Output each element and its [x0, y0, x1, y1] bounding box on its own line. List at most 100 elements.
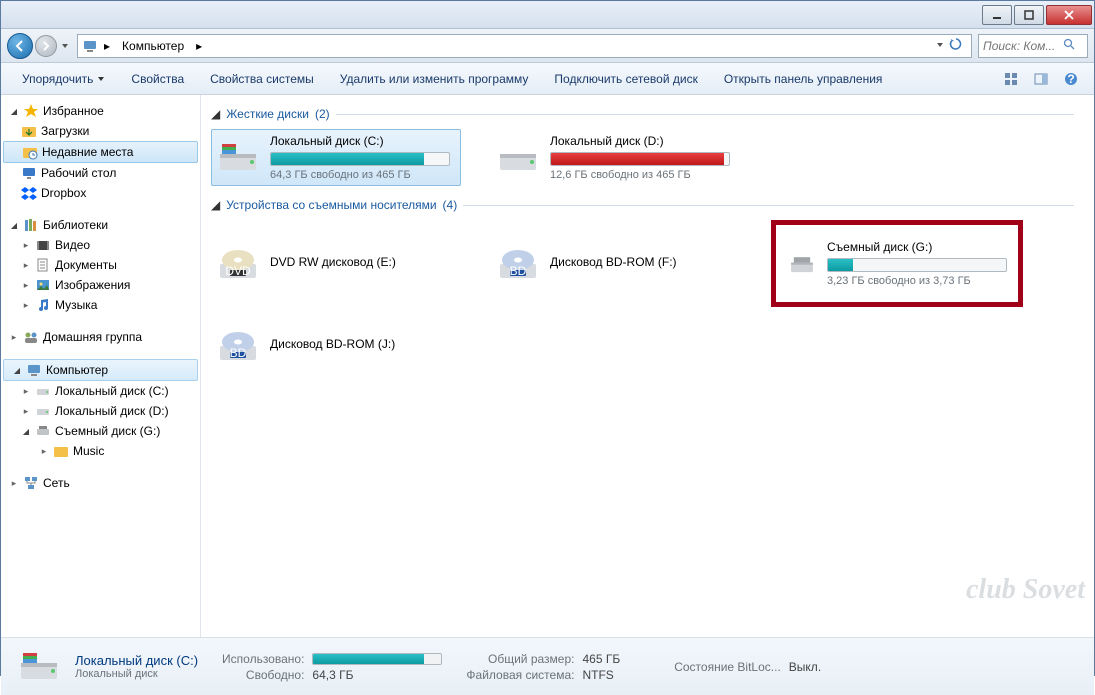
- removable-drive-icon: [35, 423, 51, 439]
- details-bitlocker-value: Выкл.: [789, 660, 821, 674]
- drive-usage-bar: [827, 258, 1007, 272]
- computer-icon: [82, 38, 98, 54]
- uninstall-program-button[interactable]: Удалить или изменить программу: [329, 67, 540, 91]
- view-options-icon[interactable]: [999, 67, 1023, 91]
- star-icon: [23, 103, 39, 119]
- drive-free-text: 12,6 ГБ свободно из 465 ГБ: [550, 169, 736, 181]
- bd-drive-icon: BD: [496, 242, 540, 286]
- drive-bd-f[interactable]: BD Дисковод BD-ROM (F:): [491, 220, 741, 307]
- highlighted-region: Съемный диск (G:) 3,23 ГБ свободно из 3,…: [771, 220, 1023, 307]
- nav-history-dropdown[interactable]: [59, 36, 71, 56]
- drive-label: Дисковод BD-ROM (F:): [550, 255, 736, 269]
- drive-label: Дисковод BD-ROM (J:): [270, 337, 456, 351]
- tree-libraries[interactable]: Библиотеки: [1, 215, 200, 235]
- recent-icon: [22, 144, 38, 160]
- maximize-button[interactable]: [1014, 5, 1044, 25]
- svg-text:BD: BD: [510, 264, 527, 278]
- back-button[interactable]: [7, 33, 33, 59]
- drive-label: Локальный диск (D:): [550, 134, 736, 148]
- properties-button[interactable]: Свойства: [120, 67, 195, 91]
- drive-dvd-e[interactable]: DVD DVD RW дисковод (E:): [211, 220, 461, 307]
- tree-pictures[interactable]: Изображения: [1, 275, 200, 295]
- drive-bd-j[interactable]: BD Дисковод BD-ROM (J:): [211, 319, 461, 373]
- tree-removable-disk-g[interactable]: Съемный диск (G:): [1, 421, 200, 441]
- details-bitlocker-label: Состояние BitLoc...: [674, 660, 781, 674]
- pictures-icon: [35, 277, 51, 293]
- details-fs-value: NTFS: [582, 668, 620, 682]
- tree-downloads[interactable]: Загрузки: [1, 121, 200, 141]
- drive-free-text: 3,23 ГБ свободно из 3,73 ГБ: [827, 275, 1007, 287]
- details-total-label: Общий размер:: [466, 652, 574, 666]
- content-area: ◢ Жесткие диски (2) Локальный диск (C:) …: [201, 95, 1094, 637]
- drive-label: Съемный диск (G:): [827, 240, 1007, 254]
- drive-icon: [35, 383, 51, 399]
- tree-network[interactable]: Сеть: [1, 473, 200, 493]
- svg-text:DVD: DVD: [225, 264, 251, 278]
- dropbox-icon: [21, 185, 37, 201]
- svg-text:?: ?: [1067, 72, 1074, 86]
- bd-drive-icon: BD: [216, 324, 260, 368]
- removable-drive-icon: [787, 242, 817, 286]
- tree-documents[interactable]: Документы: [1, 255, 200, 275]
- system-properties-button[interactable]: Свойства системы: [199, 67, 325, 91]
- group-hard-drives[interactable]: ◢ Жесткие диски (2): [211, 107, 1094, 121]
- hard-drive-icon: [496, 136, 540, 180]
- address-bar[interactable]: ▸ Компьютер ▸: [77, 34, 972, 58]
- drive-usage-bar: [550, 152, 730, 166]
- drive-removable-g[interactable]: Съемный диск (G:) 3,23 ГБ свободно из 3,…: [782, 235, 1012, 292]
- help-icon[interactable]: ?: [1059, 67, 1083, 91]
- breadcrumb-arrow-icon[interactable]: ▸: [190, 37, 208, 55]
- open-control-panel-button[interactable]: Открыть панель управления: [713, 67, 894, 91]
- details-total-value: 465 ГБ: [582, 652, 620, 666]
- tree-recent-places[interactable]: Недавние места: [3, 141, 198, 163]
- documents-icon: [35, 257, 51, 273]
- network-icon: [23, 475, 39, 491]
- drive-label: DVD RW дисковод (E:): [270, 255, 456, 269]
- breadcrumb-computer[interactable]: Компьютер: [116, 37, 190, 55]
- group-removable-devices[interactable]: ◢ Устройства со съемными носителями (4): [211, 198, 1094, 212]
- refresh-icon[interactable]: [949, 37, 963, 54]
- tree-favorites[interactable]: Избранное: [1, 101, 200, 121]
- tree-music-folder[interactable]: Music: [1, 441, 200, 461]
- details-free-label: Свободно:: [222, 668, 304, 682]
- drive-label: Локальный диск (C:): [270, 134, 456, 148]
- video-icon: [35, 237, 51, 253]
- close-button[interactable]: [1046, 5, 1092, 25]
- details-title: Локальный диск (C:): [75, 653, 198, 668]
- map-network-drive-button[interactable]: Подключить сетевой диск: [543, 67, 708, 91]
- forward-button[interactable]: [35, 35, 57, 57]
- homegroup-icon: [23, 329, 39, 345]
- details-subtitle: Локальный диск: [75, 668, 198, 680]
- tree-music[interactable]: Музыка: [1, 295, 200, 315]
- search-icon[interactable]: [1063, 38, 1075, 53]
- navigation-tree: Избранное Загрузки Недавние места Рабочи…: [1, 95, 201, 637]
- tree-computer[interactable]: Компьютер: [3, 359, 198, 381]
- command-toolbar: Упорядочить Свойства Свойства системы Уд…: [1, 63, 1094, 95]
- libraries-icon: [23, 217, 39, 233]
- address-dropdown-icon[interactable]: [935, 39, 945, 53]
- details-usage-bar: [312, 653, 442, 665]
- window-titlebar: [1, 1, 1094, 29]
- search-box[interactable]: [978, 34, 1088, 58]
- drive-local-c[interactable]: Локальный диск (C:) 64,3 ГБ свободно из …: [211, 129, 461, 186]
- preview-pane-icon[interactable]: [1029, 67, 1053, 91]
- svg-text:BD: BD: [230, 346, 247, 360]
- folder-icon: [53, 443, 69, 459]
- hard-drive-icon: [216, 136, 260, 180]
- breadcrumb-arrow-icon[interactable]: ▸: [98, 37, 116, 55]
- nav-bar: ▸ Компьютер ▸: [1, 29, 1094, 63]
- tree-videos[interactable]: Видео: [1, 235, 200, 255]
- hard-drive-icon: [17, 645, 61, 689]
- tree-local-disk-d[interactable]: Локальный диск (D:): [1, 401, 200, 421]
- drive-local-d[interactable]: Локальный диск (D:) 12,6 ГБ свободно из …: [491, 129, 741, 186]
- music-icon: [35, 297, 51, 313]
- search-input[interactable]: [983, 39, 1063, 53]
- computer-icon: [26, 362, 42, 378]
- minimize-button[interactable]: [982, 5, 1012, 25]
- tree-desktop[interactable]: Рабочий стол: [1, 163, 200, 183]
- tree-dropbox[interactable]: Dropbox: [1, 183, 200, 203]
- tree-local-disk-c[interactable]: Локальный диск (C:): [1, 381, 200, 401]
- organize-button[interactable]: Упорядочить: [11, 67, 116, 91]
- details-fs-label: Файловая система:: [466, 668, 574, 682]
- tree-homegroup[interactable]: Домашняя группа: [1, 327, 200, 347]
